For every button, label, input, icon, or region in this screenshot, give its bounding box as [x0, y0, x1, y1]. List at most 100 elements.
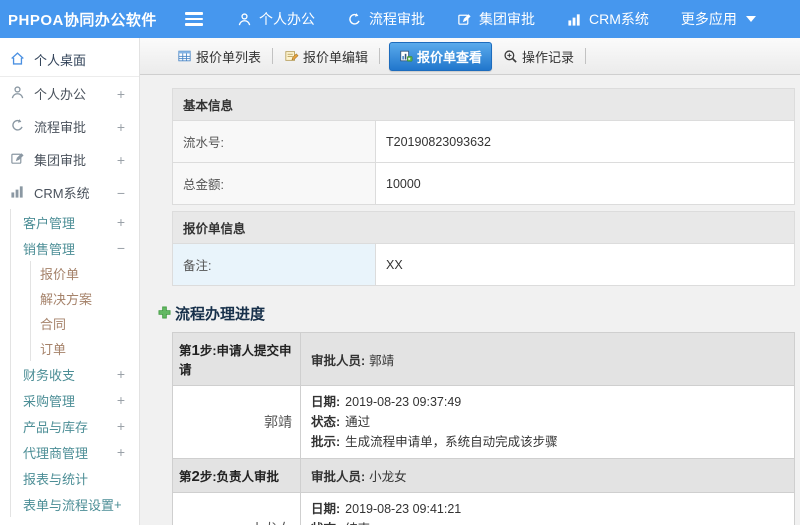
step-title: 第1步:申请人提交申请 [172, 332, 301, 386]
field-label-note: 备注: [172, 243, 376, 286]
process-table: 第1步:申请人提交申请 审批人员: 郭靖 郭靖 日期: 2019-08-23 09:… [172, 332, 795, 525]
collapse-minus-icon[interactable]: − [117, 240, 125, 256]
topnav-personal-office[interactable]: 个人办公 [237, 9, 315, 29]
basic-info-table: 基本信息 流水号: T20190823093632 总金额: 10000 [172, 88, 795, 205]
process-step-header-row: 第1步:申请人提交申请 审批人员: 郭靖 [172, 332, 795, 386]
sidebar: 个人桌面 个人办公 + 流程审批 + 集团审批 + CRM系统 − 客户管理 +… [0, 38, 140, 525]
view-report-icon [399, 49, 413, 63]
expand-plus-icon[interactable]: + [117, 444, 125, 460]
sidebar-item-label: 流程审批 [34, 120, 87, 135]
sales-submenu: 报价单 解决方案 合同 订单 [30, 261, 139, 361]
process-step-detail-row: 小龙女 日期:2019-08-23 09:41:21 状态:结束 批示:通过 [172, 492, 795, 525]
sidebar-item-order[interactable]: 订单 [31, 336, 139, 361]
top-navigation: 个人办公 流程审批 集团审批 CRM系统 更多应用 [237, 9, 756, 29]
topnav-crm-system[interactable]: CRM系统 [567, 9, 649, 29]
sidebar-item-personal-office[interactable]: 个人办公 + [0, 77, 139, 110]
sidebar-item-solution[interactable]: 解决方案 [31, 286, 139, 311]
tab-divider [585, 48, 587, 64]
tab-quotation-list[interactable]: 报价单列表 [175, 43, 263, 70]
sidebar-item-label: 产品与库存 [23, 419, 89, 435]
user-icon [10, 85, 25, 103]
app-logo: PHPOA协同办公软件 [8, 11, 157, 29]
table-row: 流水号: T20190823093632 [172, 120, 795, 163]
tab-quotation-edit[interactable]: 报价单编辑 [282, 43, 370, 70]
sidebar-item-label: 采购管理 [23, 393, 76, 409]
sidebar-item-finance[interactable]: 财务收支 + [11, 361, 139, 387]
sidebar-item-contract[interactable]: 合同 [31, 311, 139, 336]
topnav-process-approval[interactable]: 流程审批 [347, 9, 425, 29]
step-approver: 审批人员: 郭靖 [300, 332, 795, 386]
hamburger-menu-icon[interactable] [185, 12, 203, 26]
process-icon [347, 12, 362, 27]
quotation-info-table: 报价单信息 备注: XX [172, 211, 795, 286]
detail-status: 状态:结束 [311, 519, 784, 525]
sidebar-item-customer-mgmt[interactable]: 客户管理 + [11, 209, 139, 235]
caret-down-icon [745, 16, 756, 22]
crm-submenu: 客户管理 + 销售管理 − 报价单 解决方案 合同 订单 财务收支 + 采购管理… [10, 209, 139, 517]
sidebar-item-desktop[interactable]: 个人桌面 [0, 43, 139, 77]
expand-plus-icon[interactable]: + [117, 86, 125, 102]
process-step-header-row: 第2步:负责人审批 审批人员: 小龙女 [172, 458, 795, 493]
sidebar-item-label: 订单 [40, 342, 67, 357]
field-value-note: XX [375, 243, 795, 286]
topnav-label: CRM系统 [589, 11, 649, 27]
topbar: PHPOA协同办公软件 个人办公 流程审批 集团审批 CRM系统 更多应用 [0, 0, 800, 38]
step-title: 第2步:负责人审批 [172, 458, 301, 493]
collapse-minus-icon[interactable]: − [117, 185, 125, 201]
expand-plus-icon[interactable]: + [117, 152, 125, 168]
sidebar-item-label: 合同 [40, 317, 67, 332]
tab-label: 操作记录 [522, 49, 575, 65]
tab-operation-log[interactable]: 操作记录 [501, 43, 576, 70]
section-header-row: 基本信息 [172, 88, 795, 121]
sidebar-item-purchasing[interactable]: 采购管理 + [11, 387, 139, 413]
expand-plus-icon[interactable]: + [117, 119, 125, 135]
expand-plus-icon[interactable]: + [117, 366, 125, 382]
topnav-label: 个人办公 [259, 11, 315, 27]
tab-divider [379, 48, 381, 64]
sidebar-item-label: 客户管理 [23, 215, 76, 231]
sidebar-item-quotation[interactable]: 报价单 [31, 261, 139, 286]
sidebar-item-label: 代理商管理 [23, 445, 89, 461]
sidebar-item-agent-mgmt[interactable]: 代理商管理 + [11, 439, 139, 465]
topnav-more-apps[interactable]: 更多应用 [681, 9, 756, 29]
process-step-detail-row: 郭靖 日期: 2019-08-23 09:37:49 状态: 通过 批示: 生成流程申… [172, 385, 795, 459]
sidebar-item-process-approval[interactable]: 流程审批 + [0, 110, 139, 143]
topnav-label: 更多应用 [680, 11, 737, 27]
step-detail: 日期: 2019-08-23 09:37:49 状态: 通过 批示: 生成流程申请单，… [300, 385, 795, 459]
main-panel: 报价单列表 报价单编辑 报价单查看 操作记录 基本信息 流水号: T201908… [140, 38, 800, 525]
sidebar-item-label: 销售管理 [23, 241, 76, 257]
green-plus-icon [158, 306, 171, 322]
sidebar-item-reports-stats[interactable]: 报表与统计 [11, 465, 139, 491]
step-detail: 日期:2019-08-23 09:41:21 状态:结束 批示:通过 [300, 492, 795, 525]
sidebar-item-crm-system[interactable]: CRM系统 − [0, 176, 139, 209]
topnav-group-approval[interactable]: 集团审批 [457, 9, 535, 29]
expand-plus-icon[interactable]: + [117, 392, 125, 408]
approver-name: 郭靖 [172, 385, 301, 459]
expand-plus-icon[interactable]: + [117, 418, 125, 434]
expand-plus-icon[interactable]: + [117, 214, 125, 230]
field-value-total: 10000 [375, 162, 795, 205]
detail-date: 日期: 2019-08-23 09:41:21 [311, 502, 462, 516]
tab-bar: 报价单列表 报价单编辑 报价单查看 操作记录 [140, 38, 800, 75]
tab-quotation-view[interactable]: 报价单查看 [389, 41, 493, 71]
detail-date: 日期: 2019-08-23 09:37:49 [311, 395, 462, 409]
user-icon [237, 12, 252, 27]
topnav-label: 流程审批 [369, 11, 425, 27]
sidebar-item-label: 报表与统计 [23, 471, 89, 487]
topnav-label: 集团审批 [479, 11, 535, 27]
field-value-serial: T20190823093632 [375, 120, 795, 163]
heading-label: 流程办理进度 [175, 306, 266, 323]
detail-status: 状态: 通过 [311, 415, 371, 429]
sidebar-item-label: 集团审批 [34, 153, 87, 168]
app-window: PHPOA协同办公软件 个人办公 流程审批 集团审批 CRM系统 更多应用 个人… [0, 0, 800, 525]
home-icon [10, 51, 25, 69]
sidebar-item-label: CRM系统 [34, 186, 90, 201]
expand-plus-icon[interactable]: + [114, 497, 122, 512]
sidebar-item-sales-mgmt[interactable]: 销售管理 − [11, 235, 139, 261]
sidebar-item-products-inventory[interactable]: 产品与库存 + [11, 413, 139, 439]
sidebar-item-form-process-settings[interactable]: 表单与流程设置 + [11, 491, 139, 517]
sidebar-item-group-approval[interactable]: 集团审批 + [0, 143, 139, 176]
sidebar-item-label: 财务收支 [23, 367, 76, 383]
sidebar-item-label: 表单与流程设置 [23, 497, 115, 513]
sidebar-item-label: 报价单 [40, 267, 80, 282]
